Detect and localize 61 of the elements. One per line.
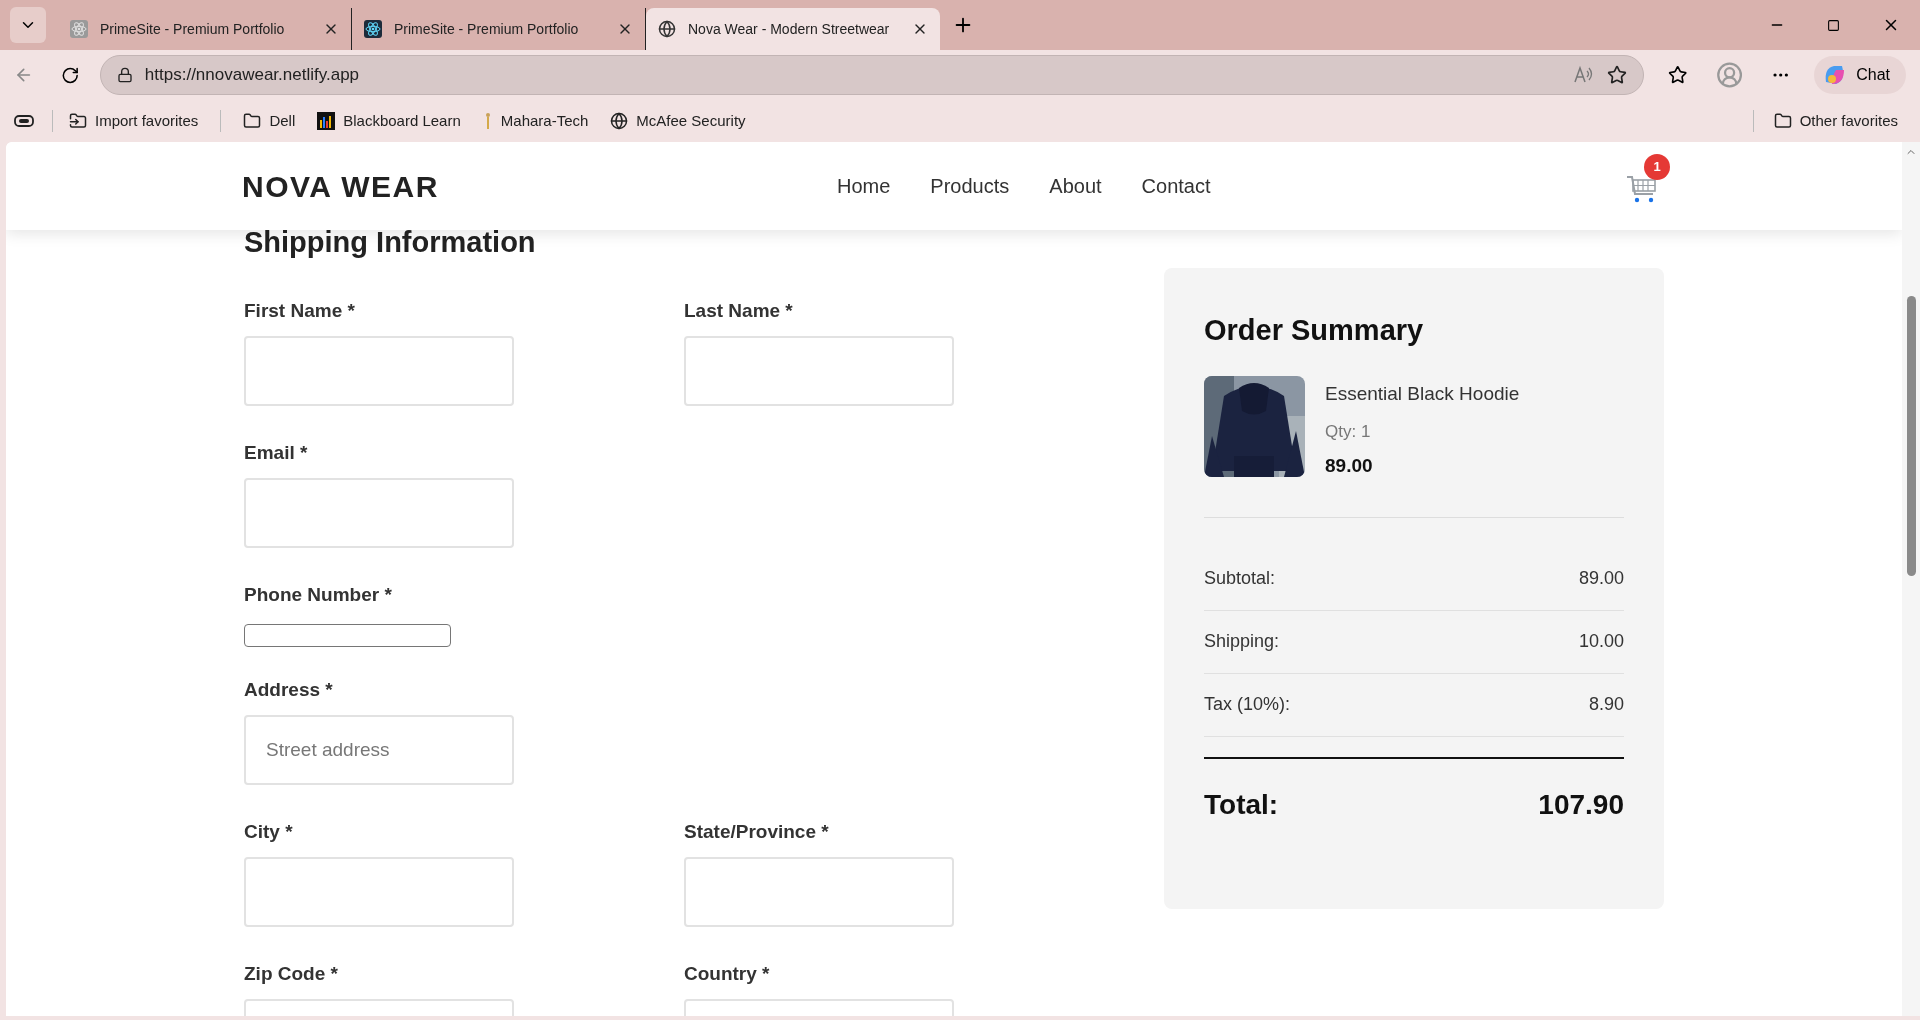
nav-link[interactable]: Contact xyxy=(1141,171,1211,201)
section-title: Shipping Information xyxy=(244,225,537,260)
summary-label: Shipping: xyxy=(1204,630,1280,653)
field-label: City * xyxy=(244,821,294,843)
profile-icon[interactable] xyxy=(1715,61,1743,89)
bookmark[interactable]: Dell xyxy=(243,109,296,133)
bookmark[interactable]: Blackboard Learn xyxy=(317,109,461,133)
cart-icon[interactable] xyxy=(1626,174,1658,204)
folder-icon xyxy=(1773,112,1792,130)
browser-tab[interactable]: PrimeSite - Premium Portfolio xyxy=(58,8,352,50)
bar-chart-icon xyxy=(317,112,336,130)
summary-label: Subtotal: xyxy=(1204,567,1276,590)
bookmark[interactable]: Mahara-Tech xyxy=(482,109,589,133)
import-icon xyxy=(69,112,87,130)
product-name: Essential Black Hoodie xyxy=(1325,382,1520,406)
favorites-icon[interactable] xyxy=(1668,65,1688,85)
summary-value: 8.90 xyxy=(1588,693,1624,716)
summary-value: 10.00 xyxy=(1578,630,1624,653)
field-label: Address * xyxy=(244,679,334,701)
atom-icon xyxy=(364,20,382,38)
nav-link[interactable]: Home xyxy=(837,171,891,201)
globe-icon xyxy=(610,112,629,130)
reload-icon[interactable] xyxy=(61,65,80,85)
total-value: 107.90 xyxy=(1538,787,1624,822)
atom-icon xyxy=(70,20,88,38)
restore-icon[interactable] xyxy=(1827,18,1840,32)
summary-title: Order Summary xyxy=(1204,313,1425,348)
browser-tab[interactable]: Nova Wear - Modern Streetwear xyxy=(646,8,940,50)
tab-title: PrimeSite - Premium Portfolio xyxy=(394,19,580,39)
nav-link[interactable]: About xyxy=(1049,171,1102,201)
folder-icon xyxy=(243,112,262,130)
input-field[interactable] xyxy=(244,624,451,647)
product-quantity: Qty: 1 xyxy=(1325,420,1372,443)
tab-actions-icon[interactable] xyxy=(14,114,36,128)
nav-link[interactable]: Products xyxy=(930,171,1010,201)
logo[interactable]: NOVA WEAR xyxy=(242,163,802,209)
field-label: First Name * xyxy=(244,300,356,322)
field-label: Email * xyxy=(244,442,309,464)
scrollbar-thumb[interactable] xyxy=(1906,296,1916,576)
scrollbar[interactable] xyxy=(1902,142,1920,1016)
globe-icon xyxy=(658,20,676,38)
tab-title: Nova Wear - Modern Streetwear xyxy=(688,19,891,39)
summary-label: Tax (10%): xyxy=(1204,693,1291,716)
field-label: Phone Number * xyxy=(244,584,393,606)
bookmark[interactable]: Other favorites xyxy=(1773,109,1898,133)
address-bar[interactable]: https://nnovawear.netlify.app xyxy=(99,55,1645,95)
lock-icon xyxy=(116,67,133,83)
browser-tab[interactable]: PrimeSite - Premium Portfolio xyxy=(352,8,646,50)
bookmark[interactable]: McAfee Security xyxy=(610,109,746,133)
tab-title: PrimeSite - Premium Portfolio xyxy=(100,19,286,39)
chat-button[interactable]: Chat xyxy=(1814,56,1906,94)
cart-count-badge: 1 xyxy=(1644,154,1670,180)
field-label: Country * xyxy=(684,963,771,985)
bookmark[interactable]: Import favorites xyxy=(69,109,199,133)
product-price: 89.00 xyxy=(1325,454,1374,478)
field-label: State/Province * xyxy=(684,821,830,843)
field-label: Zip Code * xyxy=(244,963,339,985)
field-label: Last Name * xyxy=(684,300,794,322)
summary-value: 89.00 xyxy=(1578,567,1624,590)
favorite-star-icon[interactable] xyxy=(1607,65,1628,85)
total-label: Total: xyxy=(1204,787,1279,822)
